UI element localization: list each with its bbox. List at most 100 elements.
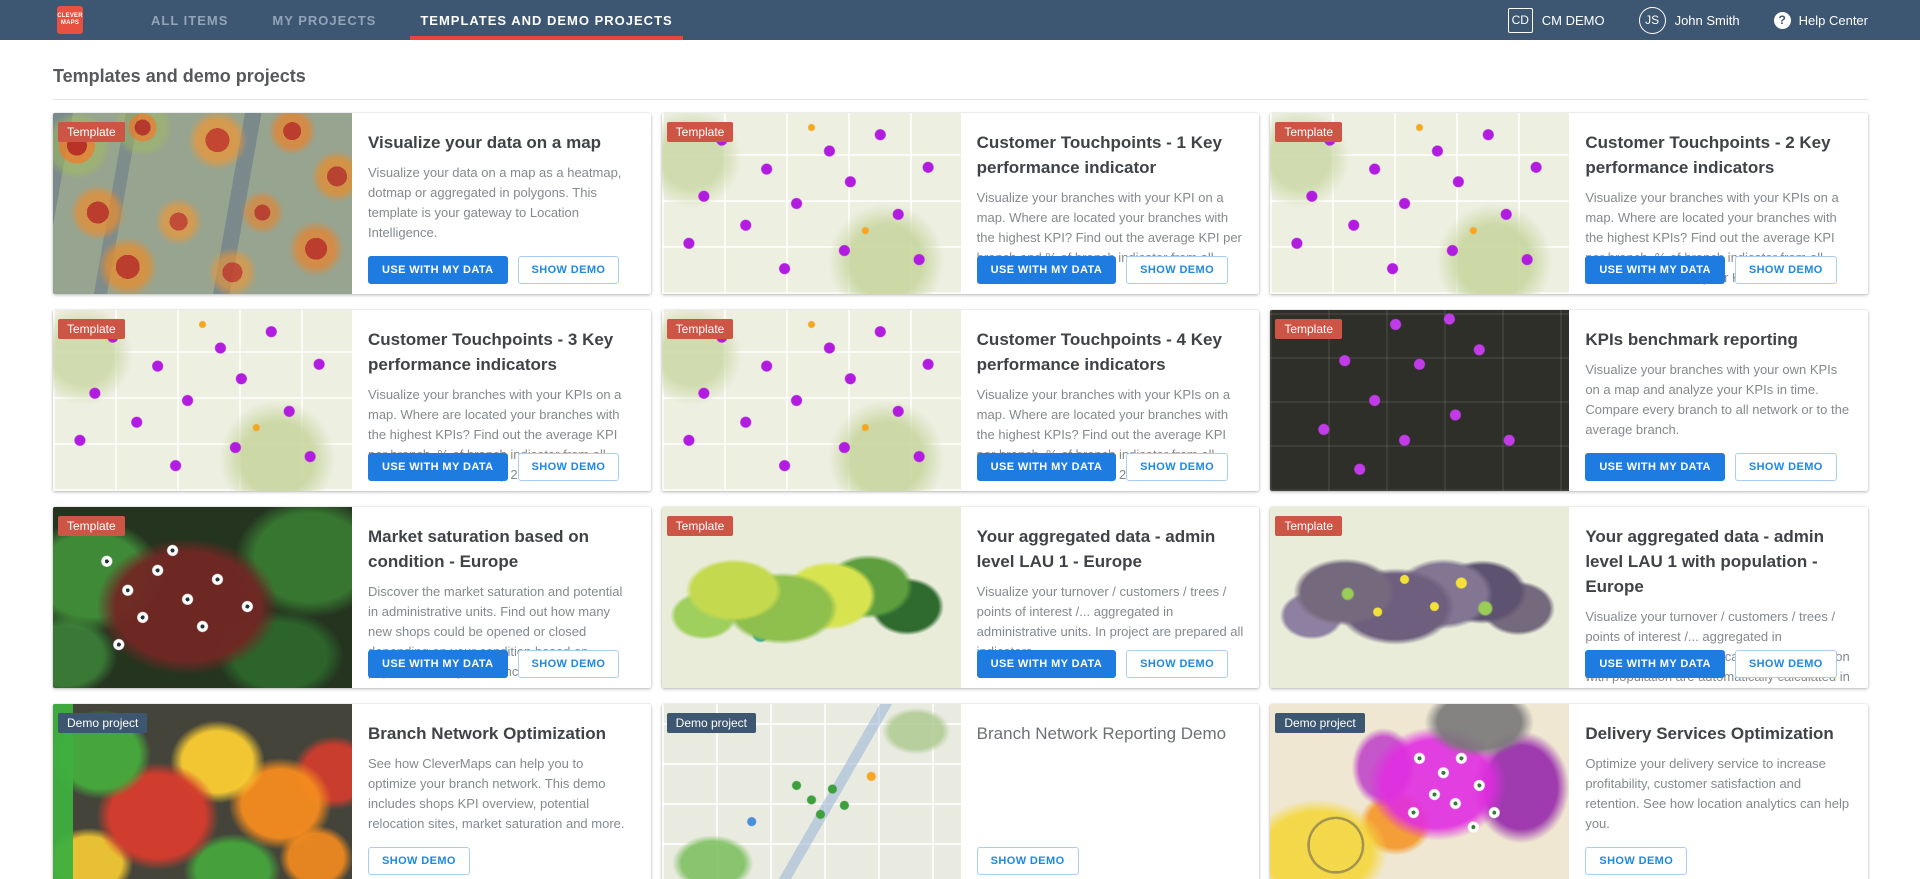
card-aggregated-data-lau1-europe: Template Your aggregated data - admin le… xyxy=(662,507,1260,688)
card-title: Delivery Services Optimization xyxy=(1585,721,1852,746)
use-with-my-data-button[interactable]: USE WITH MY DATA xyxy=(1585,650,1725,678)
card-actions: USE WITH MY DATA SHOW DEMO xyxy=(977,256,1228,284)
show-demo-button[interactable]: SHOW DEMO xyxy=(1126,256,1228,284)
card-customer-touchpoints-1-kpi: Template Customer Touchpoints - 1 Key pe… xyxy=(662,113,1260,294)
user-menu[interactable]: JS John Smith xyxy=(1639,7,1740,34)
use-with-my-data-button[interactable]: USE WITH MY DATA xyxy=(1585,256,1725,284)
card-title: Market saturation based on condition - E… xyxy=(368,524,635,574)
card-thumbnail-street-map[interactable]: Demo project xyxy=(662,704,961,879)
card-title: KPIs benchmark reporting xyxy=(1585,327,1852,352)
use-with-my-data-button[interactable]: USE WITH MY DATA xyxy=(977,256,1117,284)
templates-grid: Template Visualize your data on a map Vi… xyxy=(53,113,1868,879)
use-with-my-data-button[interactable]: USE WITH MY DATA xyxy=(368,453,508,481)
card-body: Delivery Services Optimization Optimize … xyxy=(1569,704,1868,879)
show-demo-button[interactable]: SHOW DEMO xyxy=(368,847,470,875)
tab-my-projects[interactable]: MY PROJECTS xyxy=(262,0,386,40)
card-thumbnail-choropleth-map[interactable]: Template xyxy=(662,507,961,688)
card-body: KPIs benchmark reporting Visualize your … xyxy=(1569,310,1868,491)
card-actions: USE WITH MY DATA SHOW DEMO xyxy=(977,453,1228,481)
card-actions: USE WITH MY DATA SHOW DEMO xyxy=(368,256,619,284)
top-nav-bar: CLEVER MAPS ALL ITEMS MY PROJECTS TEMPLA… xyxy=(0,0,1920,40)
show-demo-button[interactable]: SHOW DEMO xyxy=(1126,650,1228,678)
template-badge: Template xyxy=(667,122,734,142)
card-thumbnail-choropleth-map[interactable]: Template xyxy=(1270,507,1569,688)
card-thumbnail-aerial-heatmap[interactable]: Demo project xyxy=(53,704,352,879)
show-demo-button[interactable]: SHOW DEMO xyxy=(518,650,620,678)
card-description: Visualize your data on a map as a heatma… xyxy=(368,163,635,243)
card-actions: SHOW DEMO xyxy=(368,847,470,875)
card-actions: USE WITH MY DATA SHOW DEMO xyxy=(1585,650,1836,678)
card-thumbnail-dark-dot-map[interactable]: Template xyxy=(1270,310,1569,491)
card-actions: USE WITH MY DATA SHOW DEMO xyxy=(977,650,1228,678)
card-title: Customer Touchpoints - 1 Key performance… xyxy=(977,130,1244,180)
show-demo-button[interactable]: SHOW DEMO xyxy=(1126,453,1228,481)
template-badge: Template xyxy=(667,516,734,536)
user-name: John Smith xyxy=(1675,13,1740,28)
show-demo-button[interactable]: SHOW DEMO xyxy=(1585,847,1687,875)
card-customer-touchpoints-3-kpis: Template Customer Touchpoints - 3 Key pe… xyxy=(53,310,651,491)
use-with-my-data-button[interactable]: USE WITH MY DATA xyxy=(368,650,508,678)
clevermaps-logo[interactable]: CLEVER MAPS xyxy=(57,6,83,34)
account-switcher[interactable]: CD CM DEMO xyxy=(1508,8,1605,33)
template-badge: Template xyxy=(58,319,125,339)
use-with-my-data-button[interactable]: USE WITH MY DATA xyxy=(368,256,508,284)
card-title: Customer Touchpoints - 2 Key performance… xyxy=(1585,130,1852,180)
card-thumbnail-dot-map[interactable]: Template xyxy=(662,113,961,294)
card-thumbnail-dot-map[interactable]: Template xyxy=(1270,113,1569,294)
card-thumbnail-heatmap-map[interactable]: Template xyxy=(53,113,352,294)
show-demo-button[interactable]: SHOW DEMO xyxy=(518,453,620,481)
card-market-saturation-europe: Template Market saturation based on cond… xyxy=(53,507,651,688)
page-title: Templates and demo projects xyxy=(53,66,1867,87)
show-demo-button[interactable]: SHOW DEMO xyxy=(518,256,620,284)
card-thumbnail-delivery-zones-map[interactable]: Demo project xyxy=(1270,704,1569,879)
help-center-link[interactable]: ? Help Center xyxy=(1774,12,1868,29)
card-customer-touchpoints-4-kpis: Template Customer Touchpoints - 4 Key pe… xyxy=(662,310,1260,491)
card-visualize-your-data-on-a-map: Template Visualize your data on a map Vi… xyxy=(53,113,651,294)
card-actions: SHOW DEMO xyxy=(977,847,1079,875)
card-description: See how CleverMaps can help you to optim… xyxy=(368,754,635,834)
template-badge: Template xyxy=(58,516,125,536)
card-actions: USE WITH MY DATA SHOW DEMO xyxy=(1585,256,1836,284)
demo-project-badge: Demo project xyxy=(667,713,756,733)
card-actions: USE WITH MY DATA SHOW DEMO xyxy=(368,650,619,678)
card-actions: USE WITH MY DATA SHOW DEMO xyxy=(368,453,619,481)
nav-right: CD CM DEMO JS John Smith ? Help Center xyxy=(1508,7,1868,34)
show-demo-button[interactable]: SHOW DEMO xyxy=(1735,650,1837,678)
card-thumbnail-dot-map[interactable]: Template xyxy=(662,310,961,491)
account-initials-badge: CD xyxy=(1508,8,1533,33)
nav-tabs: ALL ITEMS MY PROJECTS TEMPLATES AND DEMO… xyxy=(141,0,707,40)
avatar: JS xyxy=(1639,7,1666,34)
card-kpis-benchmark-reporting: Template KPIs benchmark reporting Visual… xyxy=(1270,310,1868,491)
template-badge: Template xyxy=(1275,516,1342,536)
demo-project-badge: Demo project xyxy=(1275,713,1364,733)
card-title: Your aggregated data - admin level LAU 1… xyxy=(1585,524,1852,599)
use-with-my-data-button[interactable]: USE WITH MY DATA xyxy=(977,453,1117,481)
card-thumbnail-dot-map[interactable]: Template xyxy=(53,310,352,491)
card-title: Branch Network Reporting Demo xyxy=(977,721,1244,746)
show-demo-button[interactable]: SHOW DEMO xyxy=(1735,256,1837,284)
use-with-my-data-button[interactable]: USE WITH MY DATA xyxy=(1585,453,1725,481)
template-badge: Template xyxy=(667,319,734,339)
show-demo-button[interactable]: SHOW DEMO xyxy=(977,847,1079,875)
card-body: Visualize your data on a map Visualize y… xyxy=(352,113,651,294)
card-title: Visualize your data on a map xyxy=(368,130,635,155)
show-demo-button[interactable]: SHOW DEMO xyxy=(1735,453,1837,481)
card-delivery-services-optimization: Demo project Delivery Services Optimizat… xyxy=(1270,704,1868,879)
card-body: Branch Network Reporting Demo SHOW DEMO xyxy=(961,704,1260,879)
help-center-label: Help Center xyxy=(1799,13,1868,28)
card-body: Customer Touchpoints - 3 Key performance… xyxy=(352,310,651,491)
card-title: Your aggregated data - admin level LAU 1… xyxy=(977,524,1244,574)
card-body: Customer Touchpoints - 1 Key performance… xyxy=(961,113,1260,294)
card-branch-network-reporting-demo: Demo project Branch Network Reporting De… xyxy=(662,704,1260,879)
card-body: Your aggregated data - admin level LAU 1… xyxy=(961,507,1260,688)
tab-all-items[interactable]: ALL ITEMS xyxy=(141,0,238,40)
template-badge: Template xyxy=(1275,122,1342,142)
template-badge: Template xyxy=(1275,319,1342,339)
card-body: Your aggregated data - admin level LAU 1… xyxy=(1569,507,1868,688)
use-with-my-data-button[interactable]: USE WITH MY DATA xyxy=(977,650,1117,678)
card-thumbnail-saturation-map[interactable]: Template xyxy=(53,507,352,688)
tab-templates-and-demo-projects[interactable]: TEMPLATES AND DEMO PROJECTS xyxy=(410,0,682,40)
card-body: Market saturation based on condition - E… xyxy=(352,507,651,688)
card-aggregated-data-lau1-population-europe: Template Your aggregated data - admin le… xyxy=(1270,507,1868,688)
card-actions: SHOW DEMO xyxy=(1585,847,1687,875)
